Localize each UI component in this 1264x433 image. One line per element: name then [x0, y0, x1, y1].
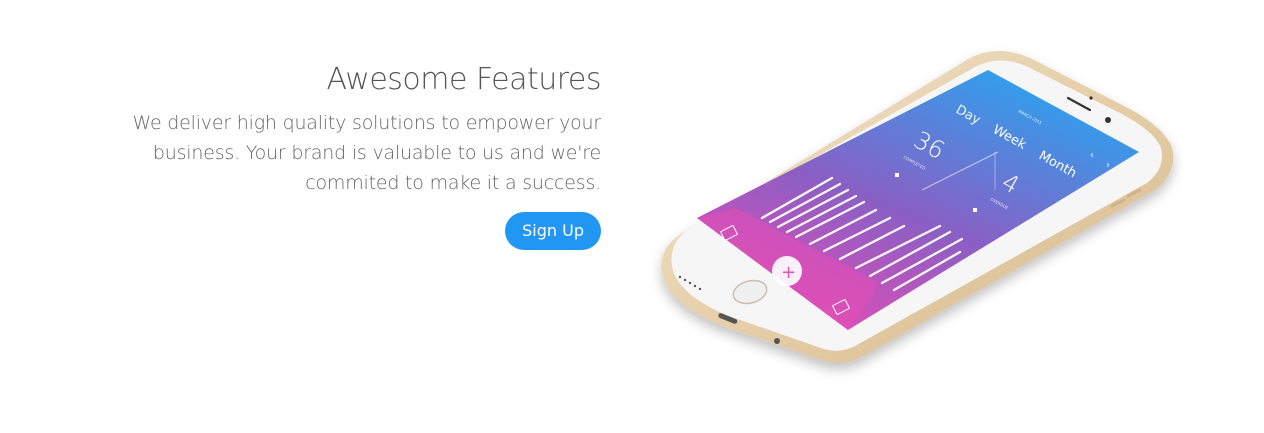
description-line-1: We deliver high quality solutions to emp… — [132, 112, 601, 134]
phone-image: Day Week Month MARCH 2015 36 COMPLETED 4… — [661, 51, 1174, 363]
add-icon: + — [781, 262, 796, 283]
features-section: Awesome Features We deliver high quality… — [0, 0, 1264, 433]
features-text-block: Awesome Features We deliver high quality… — [121, 60, 602, 250]
headphone-jack — [774, 338, 780, 344]
prev-arrow-icon: ‹ — [1090, 150, 1094, 161]
features-description: We deliver high quality solutions to emp… — [121, 108, 601, 198]
sensor-dot — [1089, 96, 1093, 100]
stat-marker-1 — [895, 173, 899, 177]
stat-marker-2 — [973, 208, 977, 212]
front-camera — [1105, 117, 1111, 123]
phone-illustration: Day Week Month MARCH 2015 36 COMPLETED 4… — [650, 40, 1190, 385]
sign-up-button[interactable]: Sign Up — [505, 212, 601, 250]
features-title: Awesome Features — [326, 62, 602, 97]
description-line-3: commited to make it a success. — [305, 172, 601, 194]
description-line-2: business. Your brand is valuable to us a… — [152, 142, 601, 164]
next-arrow-icon: › — [1106, 160, 1110, 171]
